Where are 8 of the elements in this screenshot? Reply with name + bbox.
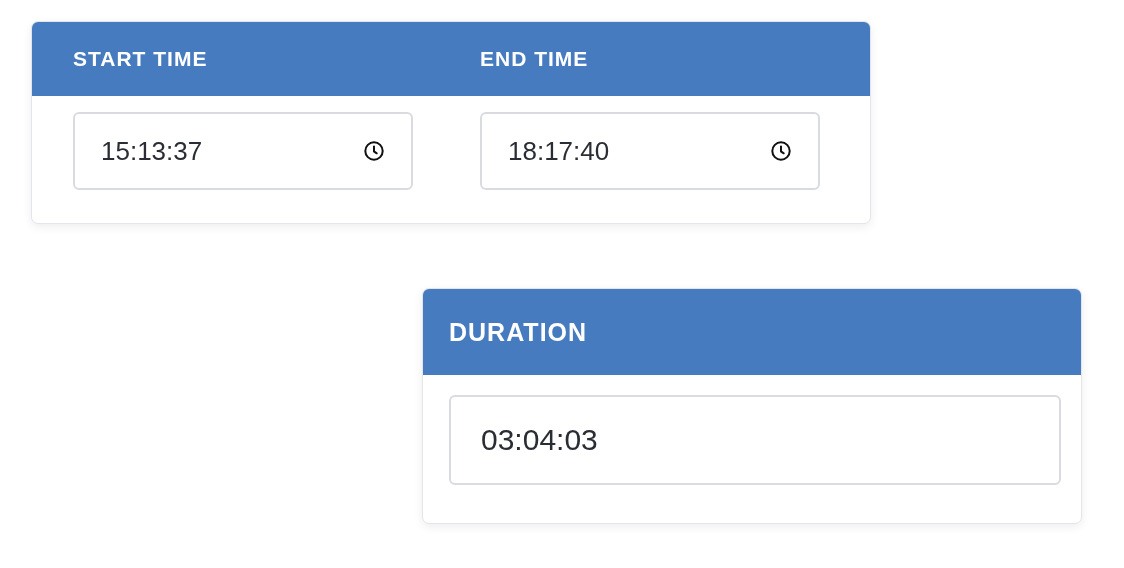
clock-icon [363,140,385,162]
field-label: START TIME [73,47,209,71]
time-field[interactable]: 15:13:37 [73,112,413,190]
time-field[interactable]: 18:17:40 [480,112,820,190]
field-label: END TIME [480,47,590,71]
time-field[interactable]: 03:04:03 [449,395,1061,485]
field-label: DURATION [449,317,589,347]
clock-icon [770,140,792,162]
